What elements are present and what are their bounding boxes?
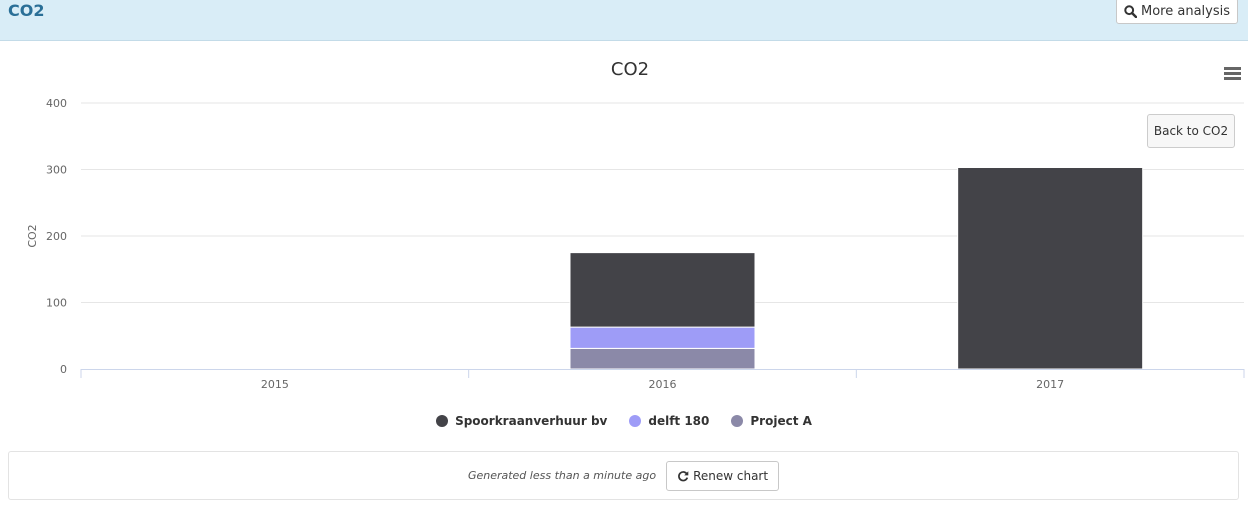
y-tick-label: 400 <box>46 97 67 110</box>
x-axis <box>80 369 1245 378</box>
back-to-co2-button[interactable]: Back to CO2 <box>1147 114 1235 148</box>
y-axis-label: CO2 <box>26 224 39 247</box>
x-tick-label: 2015 <box>261 378 289 391</box>
y-axis-ticks: 0 100 200 300 400 <box>46 97 67 376</box>
x-axis-ticks: 2015 2016 2017 <box>261 378 1064 391</box>
more-analysis-label: More analysis <box>1141 3 1230 19</box>
bars <box>569 167 1144 370</box>
x-tick-label: 2017 <box>1036 378 1064 391</box>
more-analysis-button[interactable]: More analysis <box>1116 0 1238 24</box>
chart-legend: Spoorkraanverhuur bv delft 180 Project A <box>0 411 1248 431</box>
bar-segment[interactable] <box>569 326 756 349</box>
legend-label: Spoorkraanverhuur bv <box>455 414 608 428</box>
renew-chart-button[interactable]: Renew chart <box>666 460 780 491</box>
refresh-icon <box>678 470 689 481</box>
bar-segment[interactable] <box>569 347 756 370</box>
y-tick-label: 0 <box>60 363 67 376</box>
page-title: CO2 <box>8 1 45 20</box>
legend-marker <box>436 415 449 427</box>
chart-container: 0 100 200 300 400 2015 2016 2017 CO2 CO2 <box>0 41 1248 401</box>
co2-chart: 0 100 200 300 400 2015 2016 2017 CO2 CO2 <box>26 59 1245 391</box>
chart-title: CO2 <box>611 59 649 80</box>
search-icon <box>1124 4 1137 18</box>
chart-menu-icon[interactable] <box>1222 65 1244 83</box>
header-bar: CO2 More analysis <box>0 0 1248 41</box>
bar-segment[interactable] <box>957 167 1144 370</box>
x-tick-label: 2016 <box>649 378 677 391</box>
y-tick-label: 300 <box>46 164 67 177</box>
legend-item[interactable]: Project A <box>731 414 812 428</box>
generated-timestamp: Generated less than a minute ago <box>467 469 657 482</box>
legend-marker <box>629 415 642 427</box>
bar-segment[interactable] <box>569 252 756 328</box>
legend-label: Project A <box>750 414 812 428</box>
footer-panel: Generated less than a minute ago Renew c… <box>8 451 1239 500</box>
renew-chart-label: Renew chart <box>693 468 769 483</box>
y-tick-label: 200 <box>46 230 67 243</box>
legend-marker <box>731 415 744 427</box>
y-tick-label: 100 <box>46 297 67 310</box>
legend-item[interactable]: Spoorkraanverhuur bv <box>436 414 607 428</box>
legend-item[interactable]: delft 180 <box>629 414 709 428</box>
legend-label: delft 180 <box>648 414 710 428</box>
